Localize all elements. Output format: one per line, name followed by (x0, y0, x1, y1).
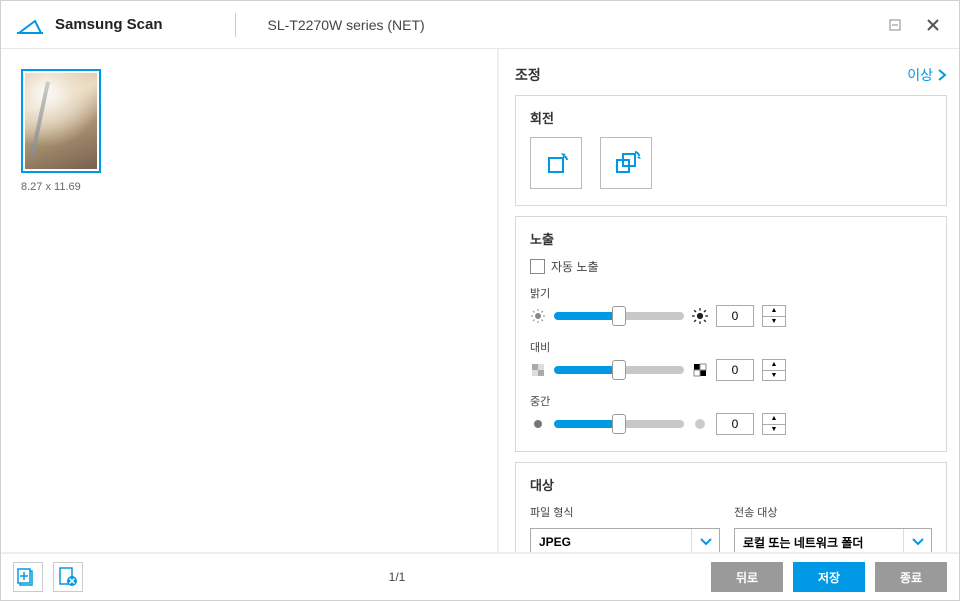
save-button[interactable]: 저장 (793, 562, 865, 592)
brightness-stepper[interactable]: ▲▼ (762, 305, 786, 327)
auto-exposure-checkbox[interactable] (530, 259, 545, 274)
rotation-title: 회전 (530, 108, 932, 127)
delete-page-button[interactable] (53, 562, 83, 592)
device-model: SL-T2270W series (NET) (268, 17, 425, 33)
rotate-right-button[interactable] (600, 137, 652, 189)
close-button[interactable] (923, 15, 943, 35)
scan-thumbnail[interactable]: 8.27 x 11.69 (21, 69, 101, 193)
app-title: Samsung Scan (55, 16, 163, 33)
minimize-button[interactable] (885, 15, 905, 35)
brightness-row: 0 ▲▼ (530, 305, 932, 327)
brightness-slider[interactable] (554, 312, 684, 320)
exit-button[interactable]: 종료 (875, 562, 947, 592)
midtone-stepper[interactable]: ▲▼ (762, 413, 786, 435)
midtone-high-icon (692, 416, 708, 432)
more-link[interactable]: 이상 (907, 65, 947, 85)
midtone-low-icon (530, 416, 546, 432)
back-button[interactable]: 뒤로 (711, 562, 783, 592)
brightness-label: 밝기 (530, 285, 932, 301)
destination-title: 대상 (530, 475, 932, 494)
destination-section: 대상 파일 형식 JPEG 전송 대상 로컬 또는 네트워크 폴더 (515, 462, 947, 552)
chevron-down-icon (691, 529, 719, 552)
thumbnail-dimensions: 8.27 x 11.69 (21, 181, 101, 193)
adjust-panel: 조정 이상 회전 노출 자동 노출 (499, 49, 959, 552)
exposure-title: 노출 (530, 229, 932, 248)
brightness-low-icon (530, 308, 546, 324)
exposure-section: 노출 자동 노출 밝기 0 ▲▼ 대비 (515, 216, 947, 452)
file-format-label: 파일 형식 (530, 504, 720, 520)
page-indicator: 1/1 (93, 570, 701, 584)
scanner-icon (17, 15, 45, 35)
midtone-row: 0 ▲▼ (530, 413, 932, 435)
contrast-label: 대비 (530, 339, 932, 355)
midtone-slider[interactable] (554, 420, 684, 428)
midtone-label: 중간 (530, 393, 932, 409)
send-target-dropdown[interactable]: 로컬 또는 네트워크 폴더 (734, 528, 932, 552)
contrast-stepper[interactable]: ▲▼ (762, 359, 786, 381)
panel-title: 조정 (515, 65, 541, 85)
brightness-value[interactable]: 0 (716, 305, 754, 327)
chevron-down-icon (903, 529, 931, 552)
brightness-high-icon (692, 308, 708, 324)
rotate-left-button[interactable] (530, 137, 582, 189)
preview-pane: 8.27 x 11.69 (1, 49, 499, 552)
rotation-section: 회전 (515, 95, 947, 206)
chevron-right-icon (937, 68, 947, 82)
contrast-slider[interactable] (554, 366, 684, 374)
contrast-row: 0 ▲▼ (530, 359, 932, 381)
auto-exposure-label: 자동 노출 (551, 258, 599, 275)
app-logo: Samsung Scan (17, 15, 163, 35)
contrast-value[interactable]: 0 (716, 359, 754, 381)
add-page-button[interactable] (13, 562, 43, 592)
divider (235, 13, 236, 37)
contrast-low-icon (530, 362, 546, 378)
send-target-label: 전송 대상 (734, 504, 932, 520)
file-format-dropdown[interactable]: JPEG (530, 528, 720, 552)
contrast-high-icon (692, 362, 708, 378)
footer: 1/1 뒤로 저장 종료 (1, 552, 959, 600)
title-bar: Samsung Scan SL-T2270W series (NET) (1, 1, 959, 49)
midtone-value[interactable]: 0 (716, 413, 754, 435)
